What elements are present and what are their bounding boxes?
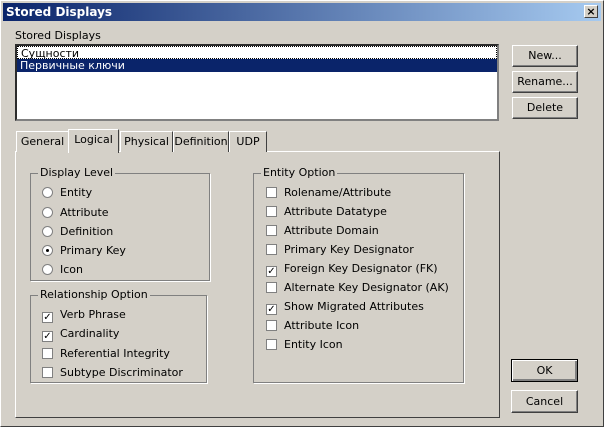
radio-button[interactable] [42,226,53,237]
checkbox-label: Subtype Discriminator [60,366,183,379]
radio-icon[interactable]: Icon [42,263,83,277]
checkbox[interactable] [266,282,277,293]
radio-label: Entity [60,186,93,199]
checkbox-label: Foreign Key Designator (FK) [284,262,438,275]
checkbox-label: Attribute Domain [284,224,379,237]
checkbox[interactable] [266,206,277,217]
radio-entity[interactable]: Entity [42,186,92,200]
radio-button[interactable] [42,207,53,218]
close-button[interactable]: × [584,5,598,18]
display-level-group: Display Level Entity Attribute Definitio… [30,166,210,281]
radio-label: Attribute [60,206,109,219]
title-bar[interactable]: Stored Displays × [3,3,601,21]
checkbox-label: Rolename/Attribute [284,186,392,199]
checkbox-entity-icon[interactable]: Entity Icon [266,338,343,352]
stored-displays-label: Stored Displays [15,29,101,42]
tab-definition[interactable]: Definition [173,131,229,152]
checkbox-label: Entity Icon [284,338,343,351]
ok-button[interactable]: OK [511,359,578,382]
checkbox[interactable] [266,187,277,198]
stored-displays-dialog: Stored Displays × Stored Displays Сущнос… [0,0,604,427]
checkbox-attribute-datatype[interactable]: Attribute Datatype [266,205,387,219]
checkbox-primary-key-designator[interactable]: Primary Key Designator [266,243,414,257]
checkbox[interactable] [266,339,277,350]
rename-button[interactable]: Rename... [512,71,578,93]
checkbox[interactable]: ✓ [266,266,277,277]
checkbox-label: Primary Key Designator [284,243,414,256]
radio-label: Primary Key [60,244,126,257]
checkbox[interactable] [42,348,53,359]
checkbox-label: Verb Phrase [60,308,126,321]
radio-definition[interactable]: Definition [42,225,113,239]
checkbox-attribute-icon[interactable]: Attribute Icon [266,319,359,333]
checkbox-foreign-key-designator[interactable]: ✓ Foreign Key Designator (FK) [266,262,438,277]
checkbox[interactable]: ✓ [42,312,53,323]
window-title: Stored Displays [6,5,113,19]
checkbox-attribute-domain[interactable]: Attribute Domain [266,224,379,238]
radio-button-selected[interactable] [42,245,53,256]
radio-button[interactable] [42,187,53,198]
tab-logical[interactable]: Logical [68,129,119,153]
radio-attribute[interactable]: Attribute [42,206,109,220]
checkbox-verb-phrase[interactable]: ✓ Verb Phrase [42,308,126,323]
list-item-selected[interactable]: Первичные ключи [17,59,497,72]
checkbox-alternate-key-designator[interactable]: Alternate Key Designator (AK) [266,281,449,295]
checkbox-label: Show Migrated Attributes [284,300,424,313]
tab-physical[interactable]: Physical [120,131,173,152]
entity-option-title: Entity Option [261,166,338,179]
checkbox-label: Alternate Key Designator (AK) [284,281,449,294]
checkbox-rolename-attribute[interactable]: Rolename/Attribute [266,186,391,200]
radio-label: Definition [60,225,114,238]
checkbox[interactable] [266,244,277,255]
cancel-button[interactable]: Cancel [511,390,578,413]
new-button[interactable]: New... [512,45,578,67]
relationship-option-group: Relationship Option ✓ Verb Phrase ✓ Cardin… [30,288,207,383]
checkbox[interactable] [266,225,277,236]
checkbox[interactable]: ✓ [42,331,53,342]
checkbox-subtype-discriminator[interactable]: Subtype Discriminator [42,366,183,380]
checkbox[interactable] [266,320,277,331]
entity-option-group: Entity Option Rolename/Attribute Attribu… [253,166,464,383]
radio-label: Icon [60,263,83,276]
tab-udp[interactable]: UDP [229,131,267,152]
checkbox-referential-integrity[interactable]: Referential Integrity [42,347,170,361]
radio-primary-key[interactable]: Primary Key [42,244,126,258]
checkbox-label: Attribute Icon [284,319,360,332]
delete-button[interactable]: Delete [512,97,578,119]
tab-general[interactable]: General [16,131,69,152]
checkbox-label: Cardinality [60,327,120,340]
checkbox-cardinality[interactable]: ✓ Cardinality [42,327,120,342]
checkbox-label: Referential Integrity [60,347,170,360]
relationship-option-title: Relationship Option [38,288,150,301]
checkbox[interactable] [42,367,53,378]
checkbox-show-migrated-attributes[interactable]: ✓ Show Migrated Attributes [266,300,424,315]
stored-displays-list[interactable]: Сущности Первичные ключи [15,44,499,121]
display-level-title: Display Level [38,166,116,179]
radio-button[interactable] [42,264,53,275]
checkbox-label: Attribute Datatype [284,205,387,218]
checkbox[interactable]: ✓ [266,304,277,315]
list-item[interactable]: Сущности [17,46,497,60]
